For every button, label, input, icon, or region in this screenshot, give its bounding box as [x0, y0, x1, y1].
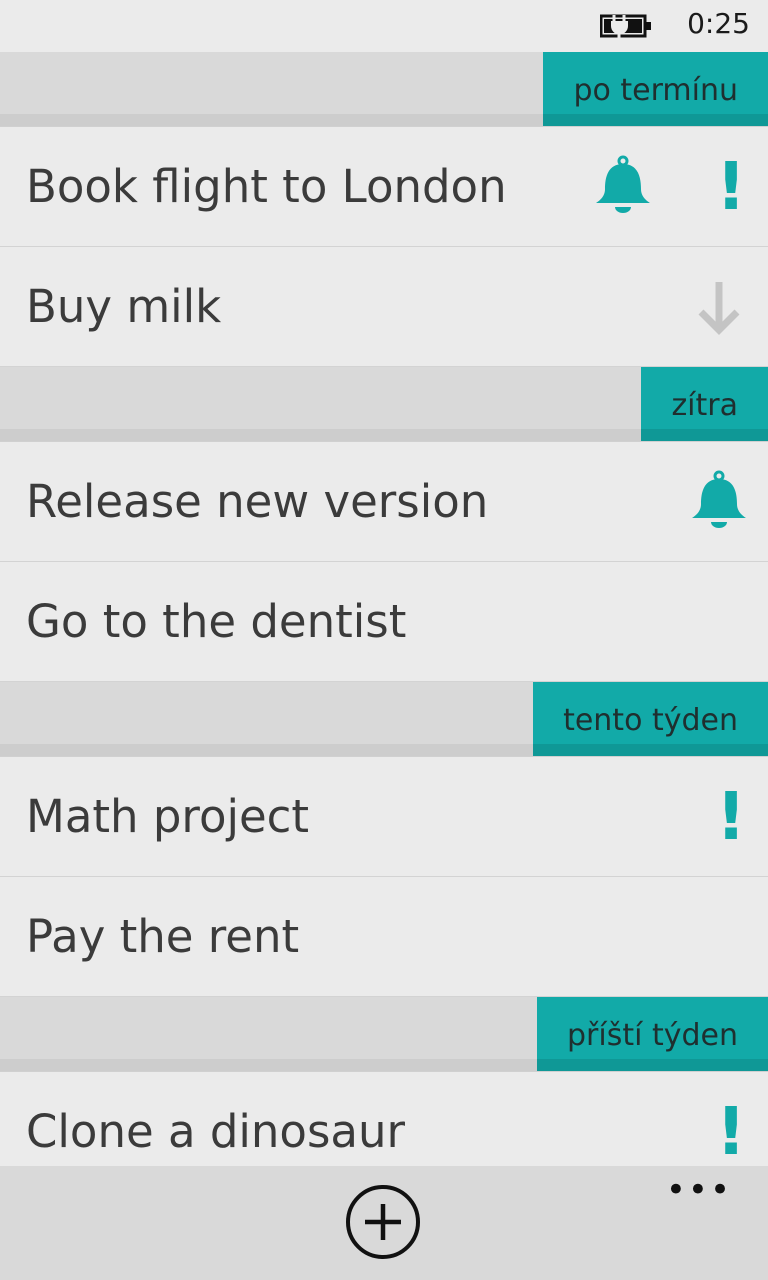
high-priority-icon: ! — [716, 1093, 747, 1170]
group-label: tento týden — [533, 682, 768, 756]
group-label: zítra — [641, 367, 768, 441]
task-title: Book flight to London — [26, 160, 507, 213]
task-list[interactable]: po termínu Book flight to London ! Buy m… — [0, 52, 768, 1192]
status-bar: 0:25 — [0, 0, 768, 52]
task-title: Buy milk — [26, 280, 222, 333]
group-label: po termínu — [543, 52, 768, 126]
bell-icon — [596, 155, 650, 213]
list-item[interactable]: Buy milk — [0, 247, 768, 367]
bell-icon — [692, 470, 746, 528]
task-title: Math project — [26, 790, 310, 843]
high-priority-icon: ! — [716, 778, 747, 855]
high-priority-icon: ! — [716, 148, 747, 225]
clock: 0:25 — [687, 7, 750, 40]
list-item[interactable]: Book flight to London ! — [0, 127, 768, 247]
more-options-button[interactable]: ••• — [666, 1173, 732, 1207]
low-priority-arrow-icon — [698, 282, 740, 335]
task-title: Go to the dentist — [26, 595, 407, 648]
list-item[interactable]: Release new version — [0, 442, 768, 562]
add-circle-icon[interactable] — [345, 1184, 421, 1260]
group-header-overdue: po termínu — [0, 52, 768, 127]
group-header-this-week: tento týden — [0, 682, 768, 757]
task-title: Pay the rent — [26, 910, 300, 963]
group-label: příští týden — [536, 997, 768, 1071]
battery-charging-icon — [600, 14, 651, 39]
list-item[interactable]: Go to the dentist — [0, 562, 768, 682]
list-item[interactable]: Pay the rent — [0, 877, 768, 997]
group-header-next-week: příští týden — [0, 997, 768, 1072]
app-bar: ••• — [0, 1166, 768, 1280]
list-item[interactable]: Math project ! — [0, 757, 768, 877]
task-title: Release new version — [26, 475, 489, 528]
group-header-tomorrow: zítra — [0, 367, 768, 442]
